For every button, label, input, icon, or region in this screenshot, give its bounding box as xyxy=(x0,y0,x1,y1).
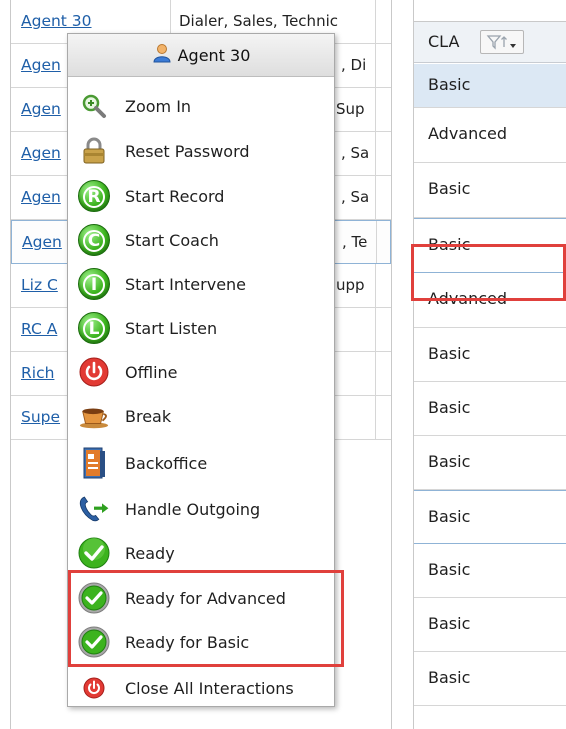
menu-item-break[interactable]: Break xyxy=(68,394,334,438)
agent-link[interactable]: Liz C xyxy=(21,276,58,294)
agent-link[interactable]: Agen xyxy=(21,100,61,118)
power-icon xyxy=(78,356,110,388)
agent-link[interactable]: Rich xyxy=(21,364,54,382)
close-all-power-icon xyxy=(78,672,110,704)
backoffice-icon xyxy=(78,447,110,479)
menu-item-label: Zoom In xyxy=(125,96,192,116)
coffee-cup-icon xyxy=(78,400,110,432)
cla-cell[interactable]: Basic xyxy=(414,382,566,436)
menu-item-label: Start Record xyxy=(125,186,225,206)
menu-item-close-all-interactions[interactable]: Close All Interactions xyxy=(68,666,334,710)
menu-item-reset-password[interactable]: Reset Password xyxy=(68,129,334,173)
menu-item-start-record[interactable]: R Start Record xyxy=(68,174,334,218)
menu-item-offline[interactable]: Offline xyxy=(68,350,334,394)
menu-item-backoffice[interactable]: Backoffice xyxy=(68,441,334,485)
agent-link[interactable]: Agent 30 xyxy=(21,12,92,30)
outgoing-call-icon xyxy=(78,493,110,525)
menu-item-label: Reset Password xyxy=(125,141,250,161)
menu-item-label: Ready for Advanced xyxy=(125,588,286,608)
coach-icon: C xyxy=(78,224,110,256)
context-menu-title: Agent 30 xyxy=(177,45,251,65)
context-menu-header: Agent 30 xyxy=(68,34,334,77)
intervene-icon: I xyxy=(78,268,110,300)
menu-item-start-coach[interactable]: C Start Coach xyxy=(68,218,334,262)
agent-link[interactable]: Supe xyxy=(21,408,60,426)
menu-item-label: Close All Interactions xyxy=(125,678,294,698)
menu-item-label: Offline xyxy=(125,362,178,382)
cla-cell[interactable]: Basic xyxy=(414,598,566,652)
agent-link[interactable]: Agen xyxy=(21,144,61,162)
lock-icon xyxy=(78,135,110,167)
menu-item-label: Start Coach xyxy=(125,230,219,250)
menu-item-ready[interactable]: Ready xyxy=(68,531,334,575)
menu-item-handle-outgoing[interactable]: Handle Outgoing xyxy=(68,487,334,531)
record-icon: R xyxy=(78,180,110,212)
menu-item-label: Ready xyxy=(125,543,175,563)
menu-item-ready-for-advanced[interactable]: Ready for Advanced xyxy=(68,576,334,620)
cla-cell[interactable]: Advanced xyxy=(414,108,566,163)
listen-icon: L xyxy=(78,312,110,344)
ready-check-icon xyxy=(78,537,110,569)
cla-cell[interactable]: Basic xyxy=(414,544,566,598)
menu-item-ready-for-basic[interactable]: Ready for Basic xyxy=(68,620,334,664)
cla-cell[interactable]: Basic xyxy=(414,163,566,218)
menu-item-label: Handle Outgoing xyxy=(125,499,261,519)
menu-item-label: Backoffice xyxy=(125,453,208,473)
ready-check-icon xyxy=(78,626,110,658)
zoom-in-icon xyxy=(78,90,110,122)
cla-cell[interactable]: Basic xyxy=(414,64,566,108)
agent-link[interactable]: Agen xyxy=(22,233,62,251)
ready-check-icon xyxy=(78,582,110,614)
cla-cell[interactable]: Basic xyxy=(414,218,566,273)
agent-link[interactable]: Agen xyxy=(21,188,61,206)
cla-cell[interactable]: Basic xyxy=(414,436,566,490)
menu-item-label: Break xyxy=(125,406,172,426)
cla-column-header[interactable]: CLA xyxy=(414,21,566,63)
cla-cell[interactable]: Advanced xyxy=(414,273,566,328)
filter-sort-icon[interactable] xyxy=(480,30,524,54)
menu-item-label: Ready for Basic xyxy=(125,632,250,652)
cla-cell[interactable]: Basic xyxy=(414,652,566,706)
menu-item-start-intervene[interactable]: I Start Intervene xyxy=(68,262,334,306)
menu-item-label: Start Intervene xyxy=(125,274,247,294)
menu-item-start-listen[interactable]: L Start Listen xyxy=(68,306,334,350)
cla-header-label: CLA xyxy=(428,32,460,51)
user-icon xyxy=(152,43,172,67)
cla-cell[interactable]: Basic xyxy=(414,490,566,544)
agent-link[interactable]: RC A xyxy=(21,320,57,338)
menu-item-zoom-in[interactable]: Zoom In xyxy=(68,84,334,128)
cla-column-panel: CLA Basic Advanced Basic Basic Advanced … xyxy=(413,0,566,729)
menu-item-label: Start Listen xyxy=(125,318,218,338)
agent-context-menu: Agent 30 Zoom In Reset Password R Start xyxy=(67,33,335,707)
cla-cell[interactable]: Basic xyxy=(414,328,566,382)
agent-link[interactable]: Agen xyxy=(21,56,61,74)
